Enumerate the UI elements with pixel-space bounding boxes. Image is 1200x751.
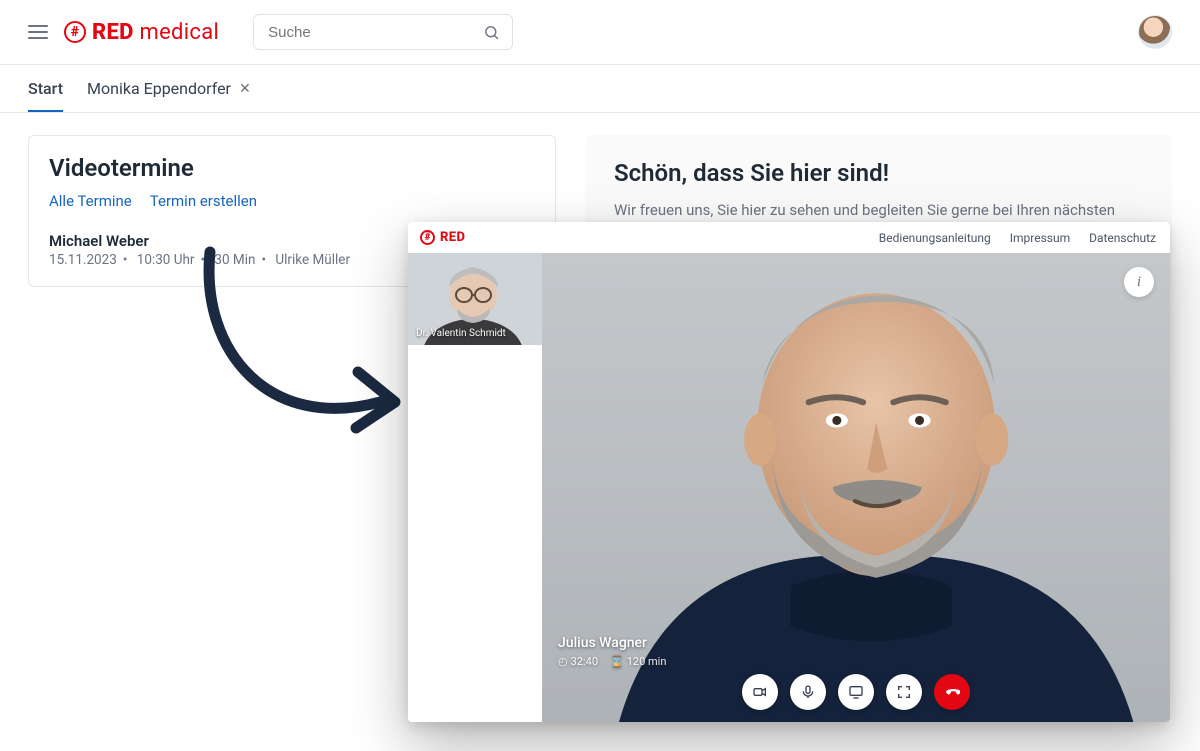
hangup-button[interactable] bbox=[934, 674, 970, 710]
appointments-title: Videotermine bbox=[49, 154, 535, 182]
call-sidebar: Dr. Valentin Schmidt bbox=[408, 253, 542, 722]
search-box[interactable] bbox=[253, 14, 513, 50]
user-avatar[interactable] bbox=[1138, 15, 1172, 49]
menu-button[interactable] bbox=[28, 25, 48, 39]
manual-link[interactable]: Bedienungsanleitung bbox=[879, 231, 991, 245]
call-body: Dr. Valentin Schmidt bbox=[408, 253, 1170, 722]
screenshare-button[interactable] bbox=[838, 674, 874, 710]
tab-bar: Start Monika Eppendorfer ✕ bbox=[0, 65, 1200, 113]
brand-logo[interactable]: # RED medical bbox=[64, 20, 219, 45]
tab-start[interactable]: Start bbox=[28, 79, 63, 112]
topbar: # RED medical bbox=[0, 0, 1200, 65]
search-icon bbox=[483, 24, 500, 41]
create-appointment-link[interactable]: Termin erstellen bbox=[150, 192, 257, 210]
info-button[interactable]: i bbox=[1124, 267, 1154, 297]
thumbnail-name: Dr. Valentin Schmidt bbox=[416, 328, 506, 339]
all-appointments-link[interactable]: Alle Termine bbox=[49, 192, 132, 210]
privacy-link[interactable]: Datenschutz bbox=[1089, 231, 1156, 245]
camera-toggle-button[interactable] bbox=[742, 674, 778, 710]
video-call-window: # RED Bedienungsanleitung Impressum Date… bbox=[408, 222, 1170, 722]
brand-logo-icon: # bbox=[420, 230, 435, 245]
participant-thumbnail[interactable]: Dr. Valentin Schmidt bbox=[408, 253, 542, 345]
call-timers: ◴32:40 ⌛120 min bbox=[558, 655, 666, 668]
participant-name: Julius Wagner bbox=[558, 635, 666, 651]
call-header-links: Bedienungsanleitung Impressum Datenschut… bbox=[863, 231, 1156, 245]
stopwatch-icon: ◴ bbox=[558, 655, 568, 668]
appointments-links: Alle Termine Termin erstellen bbox=[49, 192, 535, 210]
imprint-link[interactable]: Impressum bbox=[1010, 231, 1070, 245]
fullscreen-button[interactable] bbox=[886, 674, 922, 710]
call-brand-logo: # RED bbox=[420, 230, 465, 245]
tab-patient[interactable]: Monika Eppendorfer ✕ bbox=[87, 79, 251, 112]
hourglass-icon: ⌛ bbox=[610, 655, 624, 668]
call-controls bbox=[742, 674, 970, 710]
close-icon[interactable]: ✕ bbox=[239, 81, 251, 97]
tab-label: Monika Eppendorfer bbox=[87, 79, 231, 98]
microphone-toggle-button[interactable] bbox=[790, 674, 826, 710]
welcome-title: Schön, dass Sie hier sind! bbox=[614, 159, 1144, 187]
call-overlay: Julius Wagner ◴32:40 ⌛120 min bbox=[558, 635, 666, 668]
brand-logo-icon: # bbox=[64, 21, 86, 43]
search-input[interactable] bbox=[266, 23, 466, 42]
brand-logo-text: RED medical bbox=[92, 20, 219, 45]
call-main-video: i Julius Wagner ◴32:40 ⌛120 min bbox=[542, 253, 1170, 722]
call-header: # RED Bedienungsanleitung Impressum Date… bbox=[408, 222, 1170, 253]
tab-label: Start bbox=[28, 79, 63, 98]
